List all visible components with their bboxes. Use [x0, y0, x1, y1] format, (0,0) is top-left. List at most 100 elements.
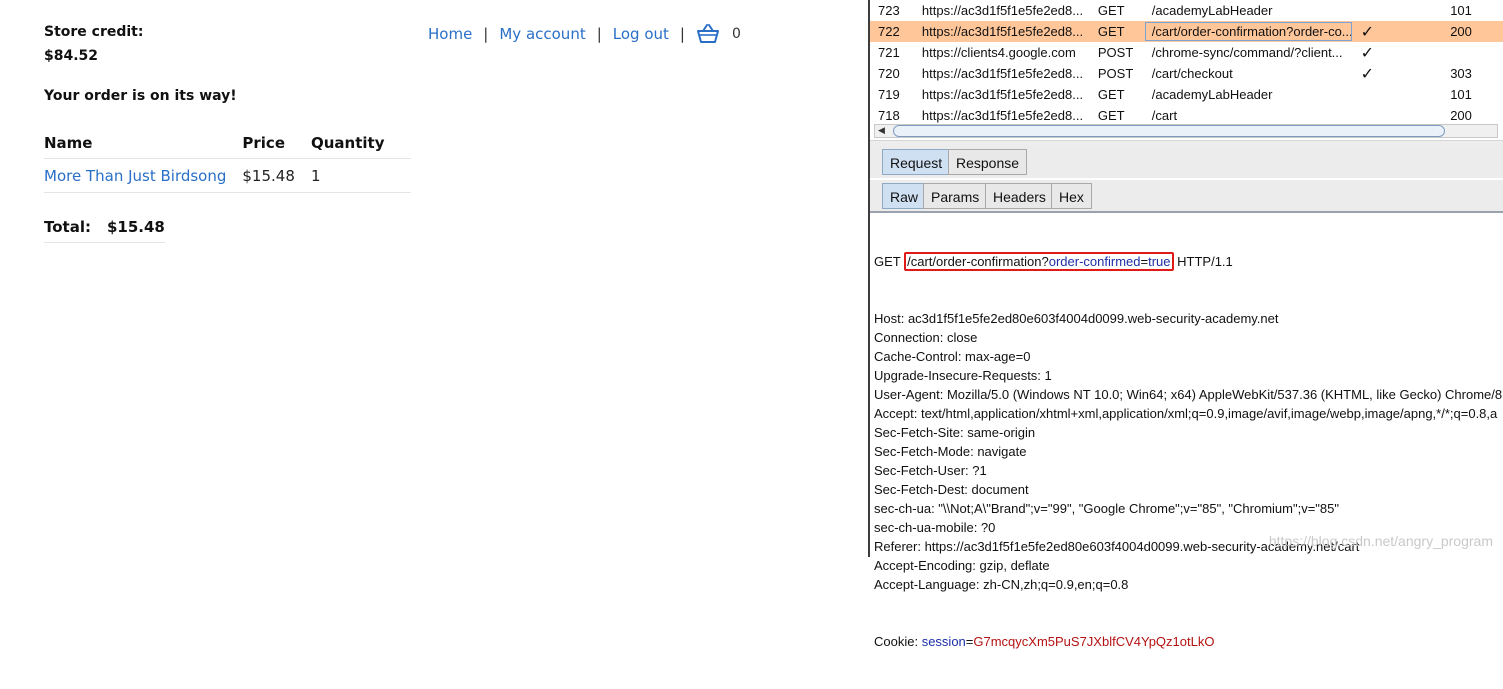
history-num: 721	[878, 45, 900, 60]
item-price: $15.48	[242, 158, 311, 193]
history-status: 101	[1450, 87, 1472, 102]
cookie-value: G7mcqycXm5PuS7JXblfCV4YpQz1otLkO	[973, 634, 1215, 649]
history-edited-check	[1353, 84, 1443, 105]
request-header-line: User-Agent: Mozilla/5.0 (Windows NT 10.0…	[874, 387, 1503, 402]
history-status	[1442, 42, 1503, 63]
history-edited-check	[1353, 105, 1443, 126]
total-value: $15.48	[106, 218, 165, 236]
tab-params[interactable]: Params	[923, 183, 988, 209]
tab-request[interactable]: Request	[882, 149, 951, 175]
request-header-line: sec-ch-ua: "\\Not;A\"Brand";v="99", "Goo…	[874, 501, 1339, 516]
tab-response[interactable]: Response	[948, 149, 1028, 175]
history-num: 719	[878, 87, 900, 102]
history-url: /cart	[1151, 108, 1178, 123]
request-response-tabbar: Request Response	[870, 146, 1503, 178]
history-url: /chrome-sync/command/?client...	[1151, 45, 1343, 60]
product-link[interactable]: More Than Just Birdsong	[44, 167, 226, 185]
table-row[interactable]: 719 https://ac3d1f5f1e5fe2ed8... GET/acade…	[870, 84, 1503, 105]
cookie-header-line: Cookie: session=G7mcqycXm5PuS7JXblfCV4Yp…	[874, 634, 1215, 649]
order-items-table: Name Price Quantity More Than Just Birds…	[44, 130, 411, 193]
shop-page: Store credit: $84.52 Home | My account |…	[0, 0, 868, 557]
history-status: 303	[1450, 66, 1472, 81]
request-method: GET	[874, 254, 901, 269]
request-header-line: Sec-Fetch-Site: same-origin	[874, 425, 1036, 440]
history-url: /cart/order-confirmation?order-co...	[1143, 21, 1353, 42]
message-view-tabbar: Raw Params Headers Hex	[870, 180, 1503, 213]
request-header-line: Sec-Fetch-Dest: document	[874, 482, 1029, 497]
history-status: 200	[1442, 21, 1503, 42]
total-label: Total:	[44, 218, 91, 236]
request-header-line: Host: ac3d1f5f1e5fe2ed80e603f4004d0099.w…	[874, 311, 1279, 326]
item-quantity: 1	[311, 158, 411, 193]
watermark: https://blog.csdn.net/angry_program	[1268, 533, 1493, 549]
proxy-panel: 723 https://ac3d1f5f1e5fe2ed8... GET/acade…	[868, 0, 1503, 649]
scroll-left-arrow-icon[interactable]: ◀	[878, 125, 885, 136]
history-edited-check	[1353, 0, 1443, 21]
request-protocol: HTTP/1.1	[1177, 254, 1233, 269]
request-header-line: Sec-Fetch-User: ?1	[874, 463, 987, 478]
history-method: POST	[1097, 45, 1134, 60]
request-header-line: Accept-Language: zh-CN,zh;q=0.9,en;q=0.8	[874, 577, 1129, 592]
table-row[interactable]: 721 https://clients4.google.com POST/chrom…	[870, 42, 1503, 63]
store-credit-label: Store credit:	[44, 24, 144, 40]
history-method: GET	[1097, 3, 1125, 18]
nav-my-account-link[interactable]: My account	[499, 25, 585, 43]
request-header-line: Connection: close	[874, 330, 978, 345]
request-header-line: Cache-Control: max-age=0	[874, 349, 1031, 364]
history-method: GET	[1097, 108, 1125, 123]
request-line: GET /cart/order-confirmation?order-confi…	[874, 252, 1503, 271]
history-host: https://ac3d1f5f1e5fe2ed8...	[921, 87, 1084, 102]
history-horizontal-scrollbar[interactable]: ◀	[874, 124, 1498, 138]
tab-hex[interactable]: Hex	[1051, 183, 1092, 209]
history-url: /academyLabHeader	[1151, 3, 1273, 18]
query-param-value: true	[1148, 254, 1171, 269]
request-header-line: Accept: text/html,application/xhtml+xml,…	[874, 406, 1498, 421]
proxy-history-table: 723 https://ac3d1f5f1e5fe2ed8... GET/acade…	[870, 0, 1503, 126]
history-host: https://ac3d1f5f1e5fe2ed8...	[921, 66, 1084, 81]
history-edited-check: ✓	[1360, 44, 1375, 62]
cart-count: 0	[731, 26, 741, 42]
cookie-name: session	[921, 634, 966, 649]
query-param-name: order-confirmed	[1048, 254, 1141, 269]
table-row[interactable]: 722 https://ac3d1f5f1e5fe2ed8... GET/cart/…	[870, 21, 1503, 42]
nav-log-out-link[interactable]: Log out	[613, 25, 669, 43]
table-row: More Than Just Birdsong $15.48 1	[44, 158, 411, 193]
table-row[interactable]: 723 https://ac3d1f5f1e5fe2ed8... GET/acade…	[870, 0, 1503, 21]
top-nav: Home | My account | Log out | 0	[428, 24, 741, 44]
column-header-price: Price	[242, 130, 311, 159]
tab-raw[interactable]: Raw	[882, 183, 927, 209]
request-header-line: Accept-Encoding: gzip, deflate	[874, 558, 1050, 573]
highlighted-request-path: /cart/order-confirmation?order-confirmed…	[904, 252, 1174, 271]
table-row[interactable]: 718 https://ac3d1f5f1e5fe2ed8... GET/cart 2…	[870, 105, 1503, 126]
history-status: 101	[1450, 3, 1472, 18]
cart-icon[interactable]	[696, 24, 720, 44]
history-host: https://ac3d1f5f1e5fe2ed8...	[921, 3, 1084, 18]
history-num: 720	[878, 66, 900, 81]
order-total: Total: $15.48	[44, 218, 165, 243]
history-num: 718	[878, 108, 900, 123]
raw-request-editor[interactable]: GET /cart/order-confirmation?order-confi…	[874, 214, 1503, 689]
history-method: POST	[1097, 66, 1134, 81]
request-header-line: Upgrade-Insecure-Requests: 1	[874, 368, 1052, 383]
nav-home-link[interactable]: Home	[428, 25, 472, 43]
request-header-line: Sec-Fetch-Mode: navigate	[874, 444, 1027, 459]
table-row[interactable]: 720 https://ac3d1f5f1e5fe2ed8... POST/cart…	[870, 63, 1503, 84]
history-host: https://ac3d1f5f1e5fe2ed8...	[913, 21, 1090, 42]
store-credit-value: $84.52	[44, 48, 99, 64]
scrollbar-thumb[interactable]	[893, 125, 1445, 137]
column-header-name: Name	[44, 130, 243, 159]
history-edited-check: ✓	[1352, 21, 1443, 42]
history-url: /academyLabHeader	[1151, 87, 1273, 102]
history-host: https://clients4.google.com	[921, 45, 1076, 60]
order-status-message: Your order is on its way!	[44, 88, 237, 104]
history-method: GET	[1097, 87, 1125, 102]
history-edited-check: ✓	[1360, 65, 1375, 83]
tab-headers[interactable]: Headers	[985, 183, 1054, 209]
history-host: https://ac3d1f5f1e5fe2ed8...	[921, 108, 1084, 123]
history-url: /cart/checkout	[1151, 66, 1233, 81]
history-num: 722	[870, 21, 914, 42]
column-header-quantity: Quantity	[311, 130, 411, 159]
history-method: GET	[1089, 21, 1144, 42]
history-status: 200	[1450, 108, 1472, 123]
history-num: 723	[878, 3, 900, 18]
